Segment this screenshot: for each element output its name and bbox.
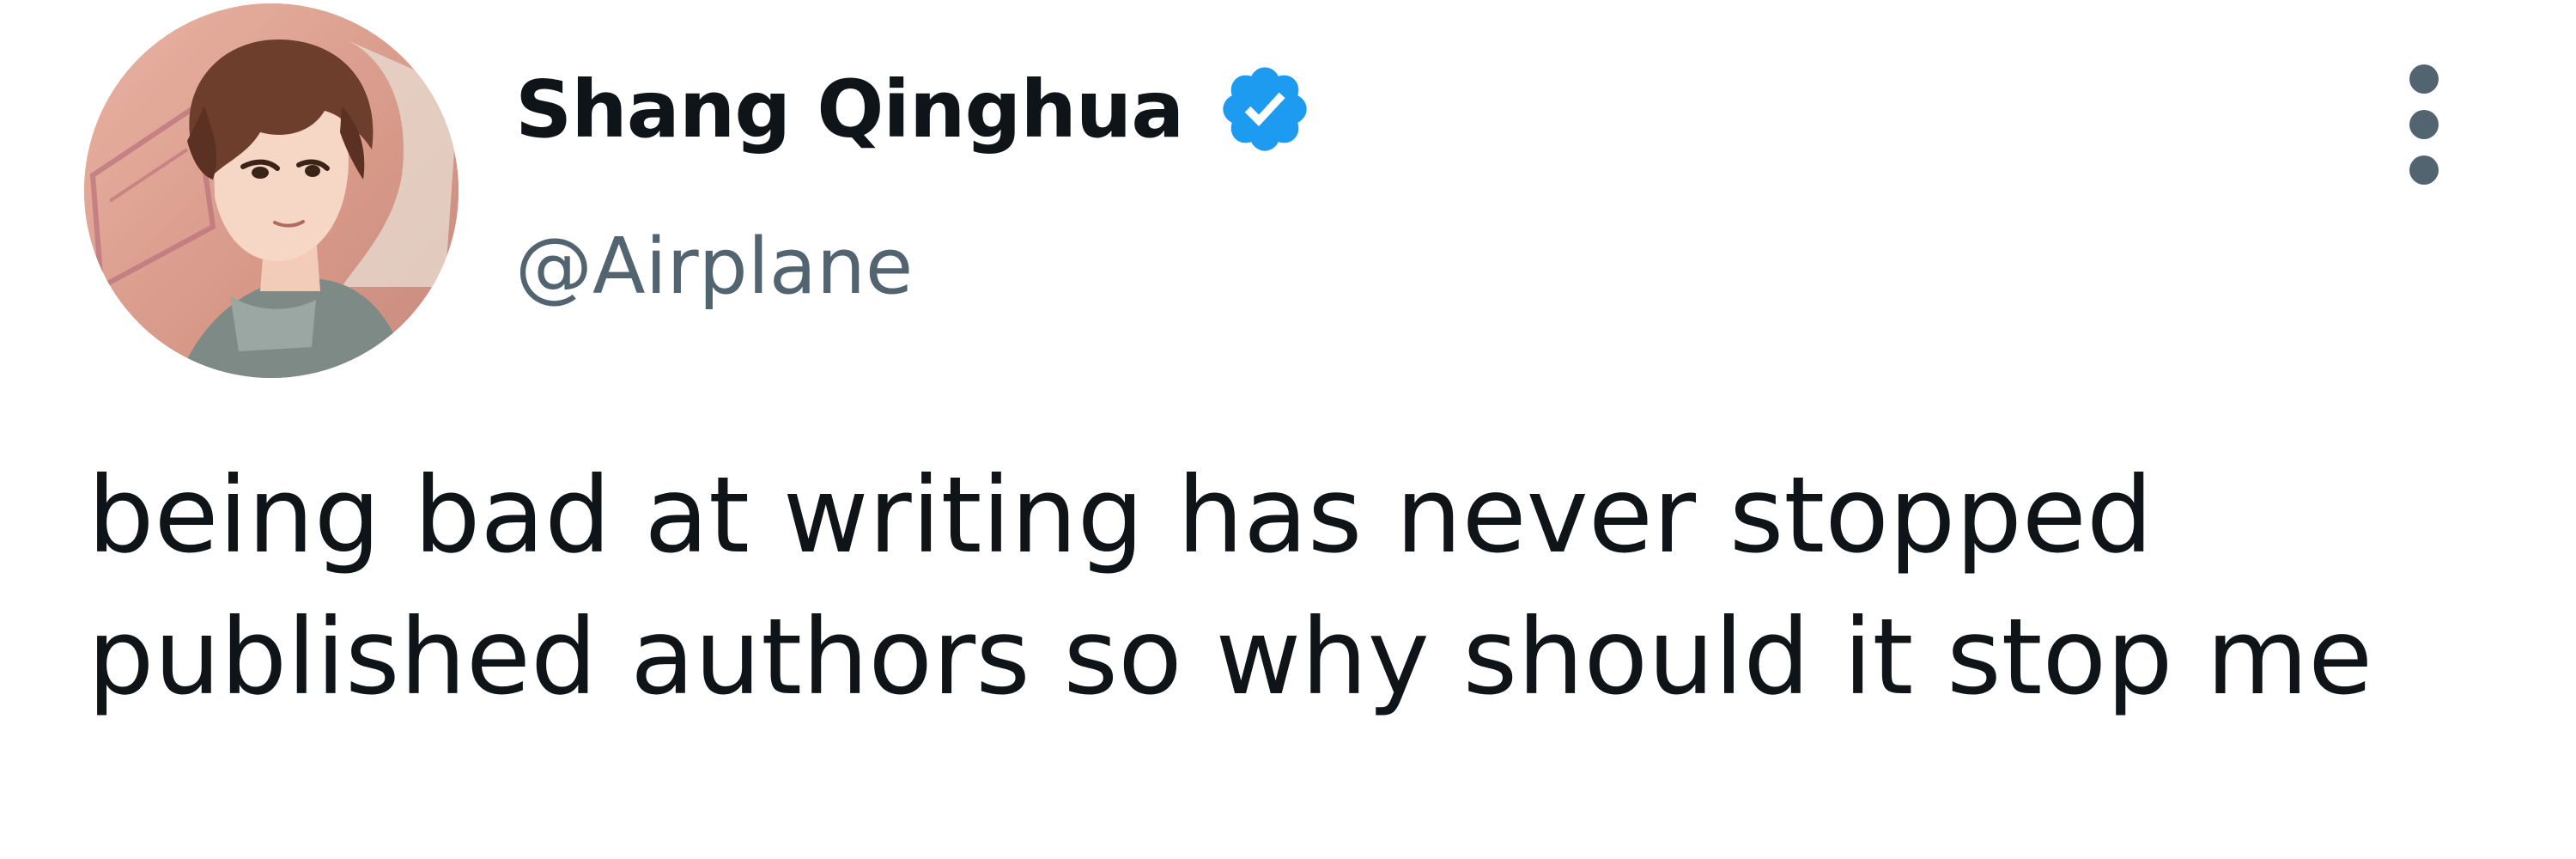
tweet-text: being bad at writing has never stopped p…	[88, 454, 2373, 718]
more-options-icon	[2409, 64, 2439, 185]
more-options-button[interactable]	[2385, 60, 2463, 189]
avatar[interactable]	[84, 3, 459, 378]
verified-badge-icon	[1216, 60, 1314, 158]
tweet-card: Shang Qinghua @Airplane being bad at wri…	[0, 0, 2576, 859]
author-handle[interactable]: @Airplane	[515, 222, 913, 312]
author-name-row: Shang Qinghua	[515, 53, 1314, 165]
avatar-portrait-image	[84, 3, 459, 378]
author-display-name[interactable]: Shang Qinghua	[515, 64, 1184, 155]
